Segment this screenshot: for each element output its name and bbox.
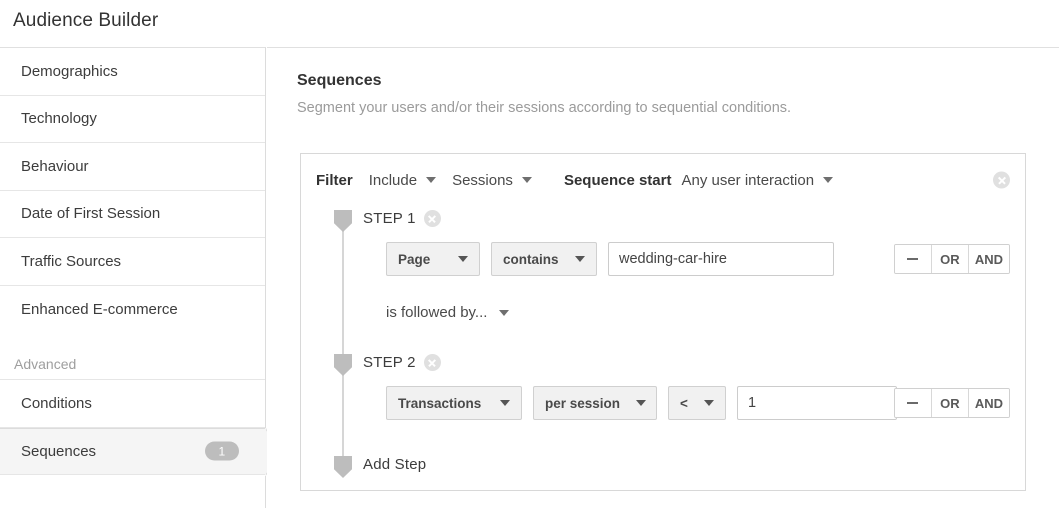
sequence-start-value: Any user interaction — [681, 171, 815, 189]
sidebar-item-label: Traffic Sources — [21, 252, 122, 270]
scope-value: Sessions — [452, 171, 513, 189]
sidebar-item-blank — [0, 475, 265, 508]
chevron-down-icon — [636, 400, 647, 406]
step-1-operator-value: contains — [503, 251, 559, 267]
filter-header-row: Filter Include Sessions Sequence start A… — [301, 154, 1025, 206]
step-connector-rail — [342, 214, 344, 456]
audience-builder-window: Audience Builder Demographics Technology… — [0, 0, 1059, 508]
sidebar-item-demographics[interactable]: Demographics — [0, 48, 265, 96]
step-1-label: STEP 1 — [363, 210, 416, 227]
step-2-operator-dropdown[interactable]: < — [668, 386, 726, 420]
include-exclude-dropdown[interactable]: Include — [368, 171, 437, 189]
step-2-dimension-value: Transactions — [398, 395, 482, 411]
sidebar-group-advanced: Advanced — [0, 333, 265, 380]
step-1-condition-row: Page contains wedding-car-hire — [386, 242, 834, 276]
sidebar-item-label: Behaviour — [21, 157, 89, 175]
sidebar-item-behaviour[interactable]: Behaviour — [0, 143, 265, 191]
chevron-down-icon — [458, 256, 468, 262]
step-2-label: STEP 2 — [363, 354, 416, 371]
add-step-label: Add Step — [363, 456, 427, 473]
minus-icon — [907, 402, 919, 404]
step-connector-dropdown[interactable]: is followed by... — [386, 304, 510, 321]
chevron-down-icon — [521, 177, 532, 183]
sidebar-item-date-of-first-session[interactable]: Date of First Session — [0, 190, 265, 238]
step-1-dimension-value: Page — [398, 251, 431, 267]
chevron-down-icon — [500, 400, 510, 406]
step-1-operator-dropdown[interactable]: contains — [491, 242, 597, 276]
and-button[interactable]: AND — [968, 389, 1009, 417]
step-2-dimension-dropdown[interactable]: Transactions — [386, 386, 522, 420]
status-badge: 1 — [205, 441, 239, 461]
step-1-dimension-dropdown[interactable]: Page — [386, 242, 480, 276]
page-title: Audience Builder — [13, 10, 159, 31]
step-pin-icon — [334, 354, 352, 376]
sequence-start-dropdown[interactable]: Any user interaction — [681, 171, 834, 189]
step-2-condition-row: Transactions per session < 1 — [386, 386, 897, 420]
sidebar-item-label: Date of First Session — [21, 205, 161, 223]
include-exclude-value: Include — [368, 171, 418, 189]
sidebar-item-enhanced-ecommerce[interactable]: Enhanced E-commerce — [0, 285, 265, 333]
chevron-down-icon — [426, 177, 437, 183]
section-subtitle: Segment your users and/or their sessions… — [297, 100, 792, 116]
sidebar-item-label: Demographics — [21, 62, 118, 80]
step-2-title-row: STEP 2 — [363, 354, 441, 371]
sidebar-item-traffic-sources[interactable]: Traffic Sources — [0, 238, 265, 286]
step-2-row-controls: OR AND — [893, 388, 1010, 418]
remove-condition-button[interactable] — [894, 245, 932, 273]
sequence-start-label: Sequence start — [563, 171, 672, 189]
chevron-down-icon — [823, 177, 834, 183]
minus-icon — [907, 258, 919, 260]
filter-box: Filter Include Sessions Sequence start A… — [300, 153, 1026, 491]
step-1-row-controls: OR AND — [893, 244, 1010, 274]
filter-label: Filter — [316, 171, 353, 189]
sidebar-group-label: Advanced — [14, 356, 77, 372]
step-2-scope-dropdown[interactable]: per session — [533, 386, 657, 420]
or-button[interactable]: OR — [931, 389, 969, 417]
step-1-title-row: STEP 1 — [363, 210, 441, 227]
scope-dropdown[interactable]: Sessions — [452, 172, 532, 189]
sidebar-item-conditions[interactable]: Conditions — [0, 380, 265, 428]
chevron-down-icon — [575, 256, 585, 262]
sidebar-item-label: Technology — [21, 110, 97, 128]
step-2-operator-value: < — [680, 395, 688, 411]
remove-step-1-icon[interactable] — [423, 210, 441, 227]
sidebar-item-label: Conditions — [21, 394, 92, 412]
or-button[interactable]: OR — [931, 245, 969, 273]
close-filter-icon[interactable] — [993, 171, 1010, 189]
section-title: Sequences — [297, 72, 382, 89]
and-button[interactable]: AND — [968, 245, 1009, 273]
step-pin-icon — [334, 210, 352, 232]
sidebar-item-label: Sequences — [21, 442, 97, 460]
remove-condition-button[interactable] — [894, 389, 932, 417]
step-2-value-input[interactable]: 1 — [737, 386, 897, 420]
sidebar-item-sequences[interactable]: Sequences 1 — [0, 427, 283, 476]
sidebar: Demographics Technology Behaviour Date o… — [0, 47, 283, 508]
chevron-down-icon — [499, 309, 510, 316]
main-panel: Sequences Segment your users and/or thei… — [267, 47, 1059, 508]
sidebar-item-technology[interactable]: Technology — [0, 95, 265, 143]
step-1-value-input[interactable]: wedding-car-hire — [608, 242, 834, 276]
remove-step-2-icon[interactable] — [423, 354, 441, 371]
add-step-row[interactable]: Add Step — [363, 456, 426, 473]
sidebar-item-label: Enhanced E-commerce — [21, 300, 178, 318]
step-2-scope-value: per session — [545, 395, 621, 411]
step-connector-label: is followed by... — [386, 304, 488, 321]
add-step-pin-icon — [334, 456, 352, 478]
chevron-down-icon — [704, 400, 714, 406]
